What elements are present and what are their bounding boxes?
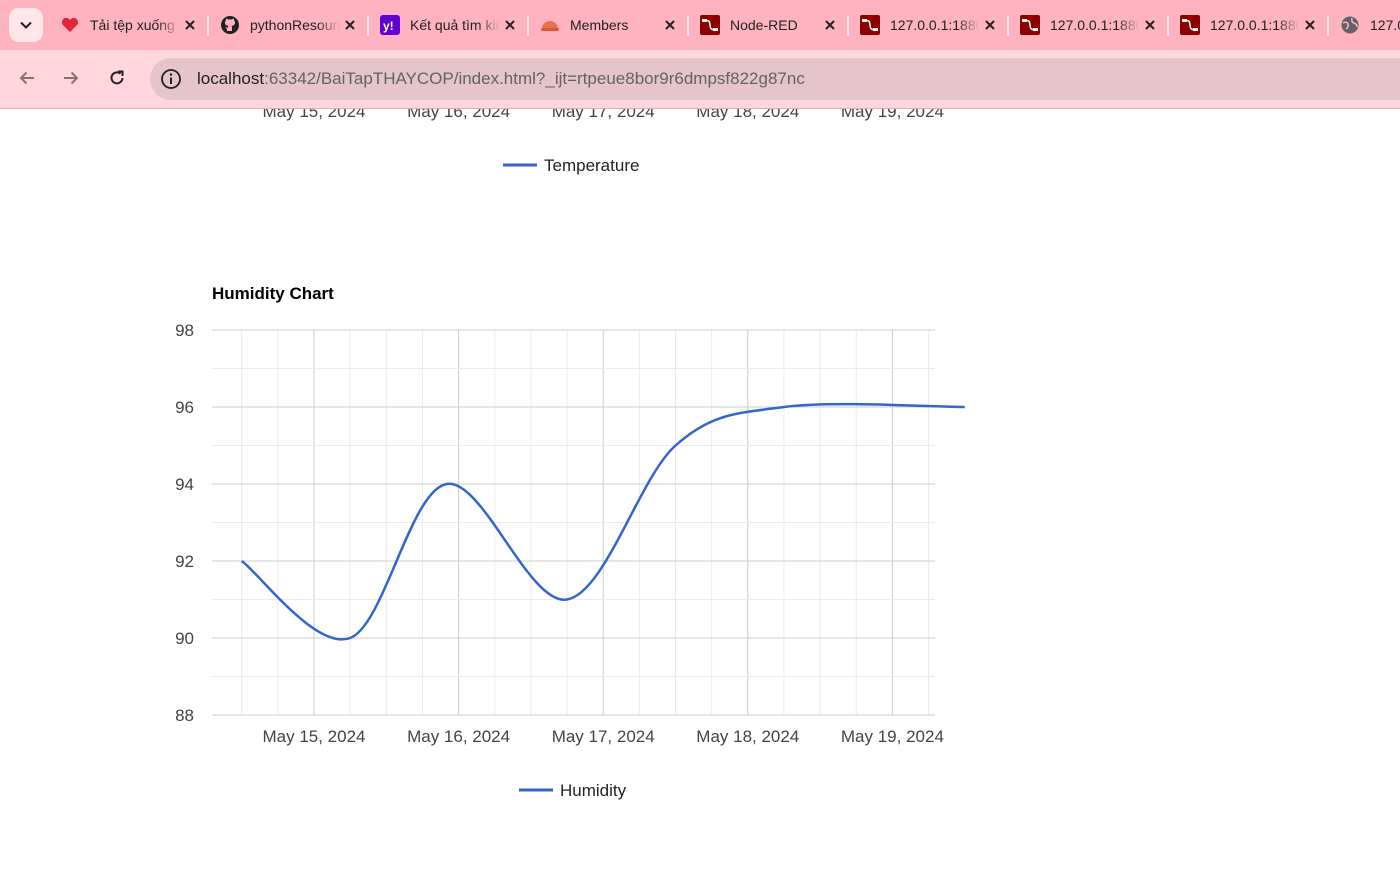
tab-title: 127.0.0.1:1880 bbox=[1210, 17, 1300, 33]
y-tick-label: 90 bbox=[175, 629, 194, 648]
reload-button[interactable] bbox=[100, 61, 134, 95]
tab-title: Members bbox=[570, 17, 629, 33]
tab-yahoo[interactable]: y! Kết quả tìm kiếm bbox=[370, 8, 530, 42]
node-red-icon bbox=[1180, 15, 1200, 35]
arrow-right-icon bbox=[64, 71, 79, 85]
tab-localhost-1880-b[interactable]: 127.0.0.1:1880 bbox=[1010, 8, 1170, 42]
heart-icon bbox=[60, 15, 80, 35]
close-icon[interactable] bbox=[340, 15, 360, 35]
reload-icon bbox=[110, 70, 124, 85]
tab-title: pythonResources bbox=[250, 17, 340, 33]
humidity-chart: Humidity Chart 98 96 94 92 90 88 May 15, 2024… bbox=[175, 284, 965, 800]
close-icon[interactable] bbox=[980, 15, 1000, 35]
address-bar[interactable]: localhost:63342/BaiTapTHAYCOP/index.html… bbox=[150, 58, 1400, 100]
y-axis-labels: 98 96 94 92 90 88 bbox=[175, 321, 194, 725]
url-text: localhost:63342/BaiTapTHAYCOP/index.html… bbox=[197, 69, 805, 89]
tab-separator bbox=[367, 16, 369, 36]
x-tick-label: May 16, 2024 bbox=[407, 727, 510, 746]
tab-title: Kết quả tìm kiếm bbox=[410, 17, 500, 33]
tab-separator bbox=[847, 16, 849, 36]
chevron-down-icon bbox=[20, 21, 32, 29]
node-red-icon bbox=[700, 15, 720, 35]
y-tick-label: 88 bbox=[175, 706, 194, 725]
tab-separator bbox=[1007, 16, 1009, 36]
tab-separator bbox=[687, 16, 689, 36]
tab-github[interactable]: pythonResources bbox=[210, 8, 370, 42]
tab-title: 127.0.0.1:1880 bbox=[890, 17, 980, 33]
close-icon[interactable] bbox=[1140, 15, 1160, 35]
tab-title: 127.0.0.1:1880 bbox=[1050, 17, 1140, 33]
node-red-icon bbox=[860, 15, 880, 35]
y-tick-label: 98 bbox=[175, 321, 194, 340]
url-path: :63342/BaiTapTHAYCOP/index.html?_ijt=rtp… bbox=[264, 69, 805, 88]
tab-separator bbox=[207, 16, 209, 36]
close-icon[interactable] bbox=[180, 15, 200, 35]
globe-icon bbox=[1340, 15, 1360, 35]
github-icon bbox=[220, 15, 240, 35]
close-icon[interactable] bbox=[820, 15, 840, 35]
tab-localhost-1880-a[interactable]: 127.0.0.1:1880 bbox=[850, 8, 1010, 42]
close-icon[interactable] bbox=[660, 15, 680, 35]
url-host: localhost bbox=[197, 69, 265, 88]
arrow-left-icon bbox=[19, 71, 34, 85]
x-tick-label: May 15, 2024 bbox=[262, 727, 365, 746]
svg-text:y!: y! bbox=[383, 19, 394, 33]
y-tick-label: 92 bbox=[175, 552, 194, 571]
close-icon[interactable] bbox=[500, 15, 520, 35]
tab-separator bbox=[1327, 16, 1329, 36]
chart-legend: Humidity bbox=[519, 781, 627, 800]
x-tick-label: May 17, 2024 bbox=[552, 727, 655, 746]
y-tick-label: 96 bbox=[175, 398, 194, 417]
x-tick-label: May 19, 2024 bbox=[841, 727, 944, 746]
back-button[interactable] bbox=[10, 61, 44, 95]
tab-localhost-1880-c[interactable]: 127.0.0.1:1880 bbox=[1170, 8, 1330, 42]
y-tick-label: 94 bbox=[175, 475, 194, 494]
tab-node-red[interactable]: Node-RED bbox=[690, 8, 850, 42]
tab-globe[interactable]: 127.0 bbox=[1330, 8, 1400, 42]
tab-separator bbox=[1167, 16, 1169, 36]
x-tick-label: May 18, 2024 bbox=[696, 727, 799, 746]
yahoo-icon: y! bbox=[380, 15, 400, 35]
tab-separator bbox=[527, 16, 529, 36]
legend-label: Humidity bbox=[560, 781, 627, 800]
tab-search-button[interactable] bbox=[9, 8, 43, 42]
tab-title: Node-RED bbox=[730, 17, 798, 33]
page-content: May 15, 2024 May 16, 2024 May 17, 2024 May … bbox=[0, 109, 1400, 881]
helmet-icon bbox=[540, 15, 560, 35]
browser-toolbar: localhost:63342/BaiTapTHAYCOP/index.html… bbox=[0, 50, 1400, 109]
tab-title: Tải tệp xuống bbox=[90, 17, 175, 33]
node-red-icon bbox=[1020, 15, 1040, 35]
chart-title: Humidity Chart bbox=[212, 284, 334, 303]
x-axis-labels: May 15, 2024 May 16, 2024 May 17, 2024 May … bbox=[262, 727, 943, 746]
tab-members[interactable]: Members bbox=[530, 8, 690, 42]
forward-button[interactable] bbox=[54, 61, 88, 95]
tab-download[interactable]: Tải tệp xuống bbox=[50, 8, 210, 42]
chart-gridlines bbox=[212, 329, 935, 716]
tab-strip: Tải tệp xuống pythonResources y! Kết quả… bbox=[0, 0, 1400, 50]
tab-title: 127.0 bbox=[1370, 17, 1400, 33]
close-icon[interactable] bbox=[1300, 15, 1320, 35]
info-icon[interactable] bbox=[159, 67, 183, 91]
